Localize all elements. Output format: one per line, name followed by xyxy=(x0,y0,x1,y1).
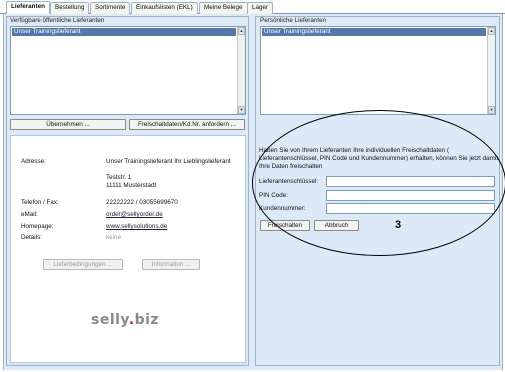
list-item[interactable]: Unser Trainingslieferant xyxy=(262,28,486,36)
tab-bar: Lieferanten Bestellung Sortimente Einkau… xyxy=(0,0,505,14)
details-value: keine xyxy=(106,234,122,241)
public-supplier-list[interactable]: Unser Trainingslieferant ▲ ▼ xyxy=(10,26,246,115)
information-button[interactable]: Information ... xyxy=(142,259,200,270)
homepage-label: Homepage: xyxy=(21,223,54,230)
scroll-down-icon[interactable]: ▼ xyxy=(238,106,245,114)
annotation-ellipse xyxy=(252,110,505,256)
adresse-label: Adresse: xyxy=(21,158,46,165)
right-group-title: Persönliche Lieferanten xyxy=(260,17,327,24)
email-link[interactable]: order@sellyorder.de xyxy=(106,211,163,218)
email-label: eMail: xyxy=(21,211,38,218)
lieferbedingungen-button[interactable]: Lieferbedingungen ... xyxy=(43,259,123,270)
tab-lieferanten[interactable]: Lieferanten xyxy=(6,1,50,14)
telefon-label: Telefon / Fax: xyxy=(21,199,59,206)
adresse-city: 11111 Musterstadt xyxy=(106,182,157,189)
list-item[interactable]: Unser Trainingslieferant xyxy=(12,28,236,36)
freischaltdaten-anfordern-button[interactable]: Freischaltdaten/Kd.Nr. anfordern ... xyxy=(129,119,245,130)
selly-logo: selly.biz xyxy=(91,312,160,328)
scroll-down-icon[interactable]: ▼ xyxy=(488,106,495,114)
tab-einkaufslisten[interactable]: Einkaufslisten (EKL) xyxy=(131,2,198,14)
details-label: Details: xyxy=(21,234,42,241)
personal-supplier-list[interactable]: Unser Trainingslieferant ▲ ▼ xyxy=(260,26,496,115)
tab-sortimente[interactable]: Sortimente xyxy=(90,2,131,14)
adresse-street: Teststr. 1 xyxy=(106,174,132,181)
left-panel: Verfügbare öffentliche Lieferanten Unser… xyxy=(6,16,249,366)
tab-meine-belege[interactable]: Meine Belege xyxy=(199,2,248,14)
scroll-up-icon[interactable]: ▲ xyxy=(488,27,495,35)
uebernehmen-button[interactable]: Übernehmen ... xyxy=(10,119,126,130)
annotation-number: 3 xyxy=(395,219,402,231)
scroll-up-icon[interactable]: ▲ xyxy=(238,27,245,35)
telefon-value: 22222222 / 03055699670 xyxy=(106,199,178,206)
scrollbar[interactable]: ▲ ▼ xyxy=(487,27,495,114)
left-group-title: Verfügbare öffentliche Lieferanten xyxy=(10,17,105,24)
adresse-name: Unser Trainingslieferant Ihr Lieblingsli… xyxy=(106,158,231,165)
homepage-link[interactable]: www.sellysolutions.de xyxy=(106,223,167,230)
tab-bestellung[interactable]: Bestellung xyxy=(50,2,90,14)
tab-lager[interactable]: Lager xyxy=(247,2,274,14)
scrollbar[interactable]: ▲ ▼ xyxy=(237,27,245,114)
supplier-details: Adresse: Unser Trainingslieferant Ihr Li… xyxy=(10,135,246,363)
